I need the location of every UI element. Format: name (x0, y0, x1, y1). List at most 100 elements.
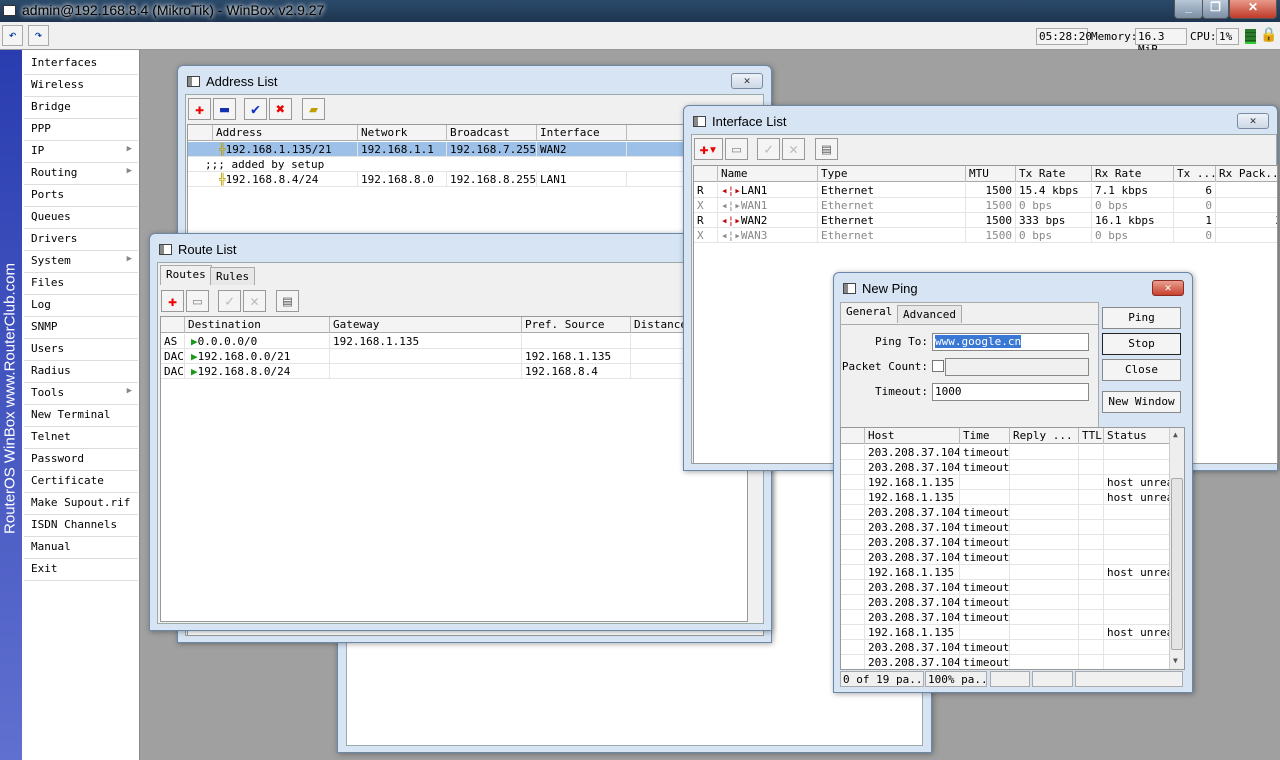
sidebar-item-label: Manual (31, 540, 71, 553)
sidebar-item-new-terminal[interactable]: New Terminal (24, 405, 138, 427)
enable-button[interactable]: ✓ (218, 290, 241, 312)
column-header[interactable] (694, 166, 718, 182)
column-header[interactable] (161, 317, 185, 333)
column-header[interactable]: Distance (631, 317, 691, 333)
table-row[interactable]: ╬192.168.8.4/24 192.168.8.0 192.168.8.255 L… (188, 172, 763, 187)
ping-to-input[interactable]: www.google.cn (932, 333, 1089, 351)
column-header[interactable]: Rx Pack... (1216, 166, 1277, 182)
maximize-button[interactable]: ❐ (1202, 0, 1229, 19)
table-row[interactable]: AS ▶0.0.0.0/0 192.168.1.135 (161, 334, 747, 349)
column-header[interactable]: MTU (966, 166, 1016, 182)
sidebar-item-certificate[interactable]: Certificate (24, 471, 138, 493)
table-row[interactable]: R◂¦▸WAN2Ethernet1500333 bps16.1 kbps13 (694, 213, 1277, 228)
column-header[interactable]: Time (960, 428, 1010, 444)
column-header[interactable]: Reply ... (1010, 428, 1079, 444)
column-header[interactable]: Name (718, 166, 818, 182)
column-header[interactable]: Pref. Source (522, 317, 631, 333)
add-button[interactable]: ✚ (188, 98, 211, 120)
column-header[interactable]: Host (865, 428, 960, 444)
column-header[interactable] (841, 428, 865, 444)
sidebar-item-exit[interactable]: Exit (24, 559, 138, 581)
sidebar-item-ppp[interactable]: PPP (24, 119, 138, 141)
table-row[interactable]: DAC ▶192.168.8.0/24 192.168.8.4 (161, 364, 747, 379)
sidebar-item-log[interactable]: Log (24, 295, 138, 317)
close-button[interactable]: ✕ (1152, 280, 1184, 296)
column-header[interactable]: Gateway (330, 317, 522, 333)
column-header[interactable]: TTL (1079, 428, 1104, 444)
column-header[interactable]: Interface (537, 125, 627, 141)
column-header[interactable]: Address (213, 125, 358, 141)
disable-button[interactable]: ✕ (243, 290, 266, 312)
enable-button[interactable]: ✓ (757, 138, 780, 160)
table-row[interactable]: X ◂¦▸WAN3 Ethernet 1500 0 bps 0 bps 0 (694, 228, 1277, 243)
close-ping-button[interactable]: Close (1102, 359, 1181, 381)
column-header[interactable]: Tx ... (1174, 166, 1216, 182)
sidebar-item-files[interactable]: Files (24, 273, 138, 295)
close-button[interactable]: ✕ (1229, 0, 1277, 19)
sidebar-item-isdn-channels[interactable]: ISDN Channels (24, 515, 138, 537)
column-header[interactable]: Tx Rate (1016, 166, 1092, 182)
column-header[interactable]: Rx Rate (1092, 166, 1174, 182)
packet-count-input[interactable] (945, 358, 1089, 376)
sidebar-item-make-supout-rif[interactable]: Make Supout.rif (24, 493, 138, 515)
tab-advanced[interactable]: Advanced (897, 305, 962, 323)
comment-button[interactable]: ▰ (302, 98, 325, 120)
scroll-down-icon[interactable]: ▼ (1173, 656, 1178, 665)
packet-count-checkbox[interactable] (932, 360, 944, 372)
column-header[interactable]: Destination (185, 317, 330, 333)
sidebar-item-ip[interactable]: IP ▶ (24, 141, 138, 163)
table-row[interactable]: X ◂¦▸WAN1 Ethernet 1500 0 bps 0 bps 0 (694, 198, 1277, 213)
sidebar-item-ports[interactable]: Ports (24, 185, 138, 207)
sidebar-item-tools[interactable]: Tools ▶ (24, 383, 138, 405)
comment-button[interactable]: ▤ (276, 290, 299, 312)
add-button[interactable]: ✚ (161, 290, 184, 312)
stop-button[interactable]: Stop (1102, 333, 1181, 355)
disable-button[interactable]: ✖ (269, 98, 292, 120)
chevron-right-icon: ▶ (126, 166, 132, 176)
ping-to-label: Ping To: (875, 335, 928, 348)
scroll-up-icon[interactable]: ▲ (1173, 430, 1178, 439)
table-row[interactable]: R ◂¦▸LAN1 Ethernet 1500 15.4 kbps 7.1 kbps 6 (694, 183, 1277, 198)
sidebar-item-label: ISDN Channels (31, 518, 118, 531)
ping-button[interactable]: Ping (1102, 307, 1181, 329)
sidebar-item-bridge[interactable]: Bridge (24, 97, 138, 119)
column-header[interactable] (188, 125, 213, 141)
column-header[interactable]: Network (358, 125, 447, 141)
table-row[interactable]: ╬192.168.1.135/21 192.168.1.1 192.168.7.25… (188, 142, 763, 157)
column-header[interactable]: Status (1104, 428, 1170, 444)
scrollbar[interactable]: ▲ ▼ (1169, 428, 1184, 669)
sidebar-item-interfaces[interactable]: Interfaces (24, 53, 138, 75)
remove-button[interactable]: ▭ (725, 138, 748, 160)
tab-rules[interactable]: Rules (210, 267, 256, 285)
sidebar-item-snmp[interactable]: SNMP (24, 317, 138, 339)
remove-button[interactable]: ▭ (186, 290, 209, 312)
sidebar-item-queues[interactable]: Queues (24, 207, 138, 229)
tab-routes[interactable]: Routes (160, 265, 212, 285)
sidebar-item-radius[interactable]: Radius (24, 361, 138, 383)
sidebar-item-routing[interactable]: Routing ▶ (24, 163, 138, 185)
sidebar-item-manual[interactable]: Manual (24, 537, 138, 559)
minimize-button[interactable]: _ (1174, 0, 1203, 19)
remove-button[interactable]: ▬ (213, 98, 236, 120)
table-cell (1079, 460, 1104, 475)
new-window-button[interactable]: New Window (1102, 391, 1181, 413)
sidebar-item-wireless[interactable]: Wireless (24, 75, 138, 97)
sidebar-item-password[interactable]: Password (24, 449, 138, 471)
close-button[interactable]: ✕ (731, 73, 763, 89)
disable-button[interactable]: ✕ (782, 138, 805, 160)
scrollbar-thumb[interactable] (1171, 478, 1183, 650)
add-button[interactable]: ✚▾ (694, 138, 723, 160)
enable-button[interactable]: ✔ (244, 98, 267, 120)
sidebar-item-users[interactable]: Users (24, 339, 138, 361)
close-button[interactable]: ✕ (1237, 113, 1269, 129)
column-header[interactable]: Broadcast (447, 125, 537, 141)
column-header[interactable]: Type (818, 166, 966, 182)
sidebar-item-system[interactable]: System ▶ (24, 251, 138, 273)
redo-button[interactable]: ↷ (28, 25, 49, 46)
comment-button[interactable]: ▤ (815, 138, 838, 160)
sidebar-item-drivers[interactable]: Drivers (24, 229, 138, 251)
timeout-input[interactable]: 1000 (932, 383, 1089, 401)
sidebar-item-telnet[interactable]: Telnet (24, 427, 138, 449)
tab-general[interactable]: General (841, 303, 898, 323)
table-row[interactable]: DAC ▶192.168.0.0/21 192.168.1.135 (161, 349, 747, 364)
